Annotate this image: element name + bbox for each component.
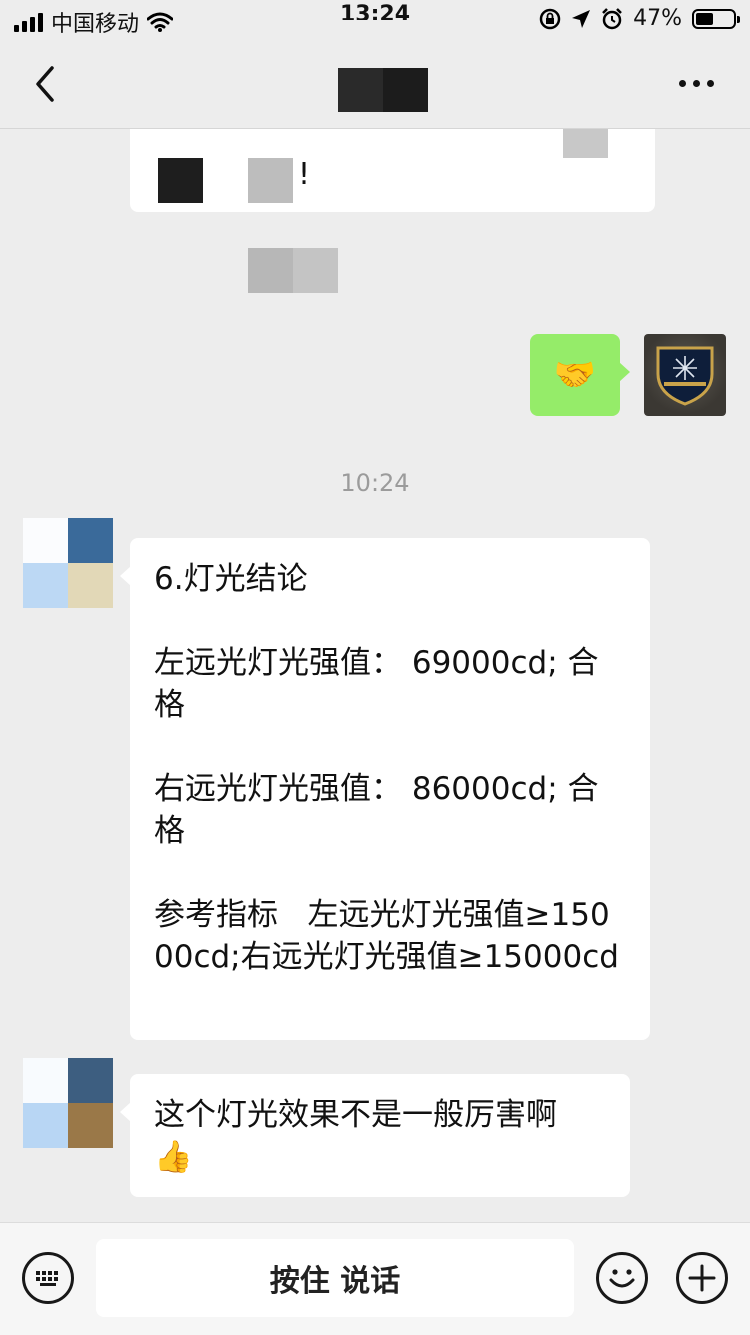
input-bar: 按住 说话 — [0, 1222, 750, 1335]
message-text: 这个灯光效果不是一般厉害啊 👍 — [154, 1094, 606, 1178]
chevron-left-icon[interactable] — [28, 62, 68, 106]
time-divider: 10:24 — [340, 469, 410, 497]
received-message-bubble[interactable]: 6.灯光结论 左远光灯光强值： 69000cd; 合格 右远光灯光强值： 860… — [120, 538, 650, 1040]
plus-circle-icon[interactable] — [676, 1252, 728, 1304]
battery-percent: 47% — [633, 6, 682, 31]
alarm-icon — [602, 7, 622, 29]
message-text: 6.灯光结论 左远光灯光强值： 69000cd; 合格 右远光灯光强值： 860… — [154, 561, 619, 975]
sender-avatar[interactable] — [23, 1058, 113, 1148]
sent-message-bubble[interactable]: 🤝 — [530, 334, 630, 416]
hold-to-talk-button[interactable]: 按住 说话 — [96, 1239, 574, 1317]
battery-icon — [692, 8, 740, 29]
nav-bar — [0, 40, 750, 129]
redacted-message-suffix: ! — [298, 157, 311, 192]
location-arrow-icon — [572, 9, 591, 28]
shield-logo-icon — [656, 346, 714, 406]
rotation-lock-icon — [539, 8, 561, 29]
keyboard-icon[interactable] — [22, 1252, 74, 1304]
redacted-block — [248, 158, 293, 203]
received-message-bubble[interactable]: 这个灯光效果不是一般厉害啊 👍 — [120, 1074, 630, 1197]
redacted-sender-name — [248, 248, 338, 293]
chat-area[interactable]: ! 🤝 10:24 6.灯光结论 左远光灯光强值： 69000cd; 合格 右远… — [0, 129, 750, 1222]
battery-fill — [696, 12, 713, 25]
redacted-message-bubble[interactable]: ! — [130, 129, 655, 212]
handshake-icon: 🤝 — [553, 355, 597, 395]
more-dots-icon[interactable] — [679, 80, 714, 87]
redacted-block — [563, 129, 608, 158]
thumbs-up-icon: 👍 — [154, 1139, 193, 1175]
sender-avatar[interactable] — [23, 518, 113, 608]
status-bar: 中国移动 13:24 47% — [0, 0, 750, 40]
my-avatar[interactable] — [644, 334, 726, 416]
chat-title-redacted — [338, 68, 428, 112]
emoji-face-icon[interactable] — [596, 1252, 648, 1304]
status-right: 47% — [539, 6, 740, 31]
message-text-content: 这个灯光效果不是一般厉害啊 — [154, 1097, 557, 1133]
redacted-block — [158, 158, 203, 203]
